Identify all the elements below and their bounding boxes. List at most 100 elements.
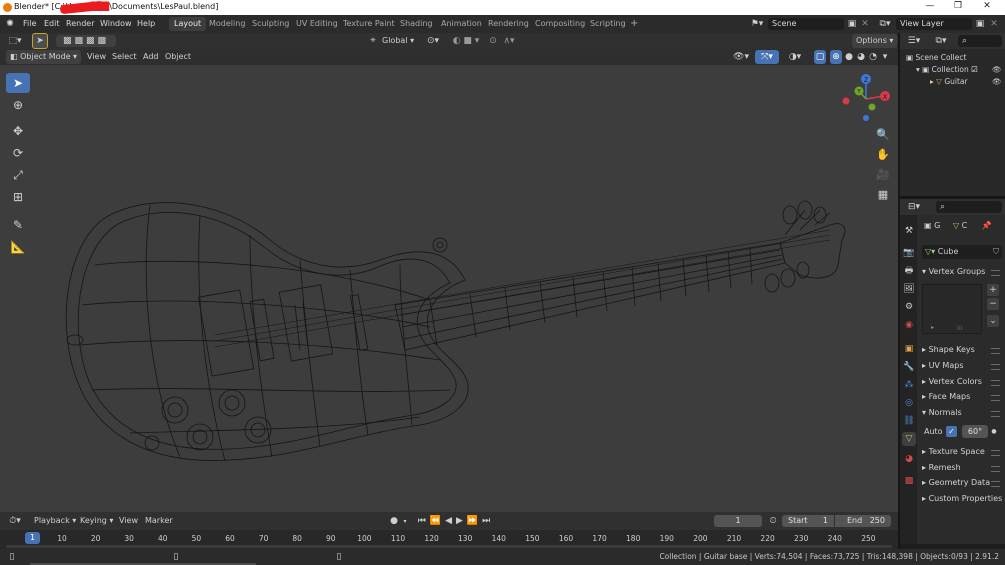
modifier-tab-icon[interactable]: 🔧: [902, 360, 916, 374]
timeline-menu-view[interactable]: View: [115, 514, 142, 528]
vertex-group-menu-button[interactable]: ⌄: [987, 315, 999, 327]
timeline-menu-keying[interactable]: Keying ▾: [76, 514, 117, 528]
section-vertex-groups[interactable]: ▾ Vertex Groups: [922, 267, 985, 276]
gizmo-toggle-icon[interactable]: ⤧▾: [755, 50, 779, 64]
drag-handle-icon[interactable]: [991, 450, 1000, 456]
properties-search-input[interactable]: ⌕: [936, 201, 1002, 213]
tab-sculpting[interactable]: Sculpting: [247, 17, 294, 31]
material-tab-icon[interactable]: ◕: [902, 452, 916, 466]
list-expand-icon[interactable]: ▸: [931, 324, 934, 331]
viewport-menu-select[interactable]: Select: [108, 50, 141, 64]
scene-tab-icon[interactable]: ⚙: [902, 300, 916, 314]
editor-type-icon[interactable]: ⬚▾: [6, 35, 24, 47]
start-frame-field[interactable]: Start 1: [782, 515, 834, 527]
particles-tab-icon[interactable]: ⁂: [902, 378, 916, 392]
xray-toggle-icon[interactable]: ▢: [814, 50, 826, 64]
menu-file[interactable]: File: [23, 19, 36, 28]
outliner-scene-collection[interactable]: ▣ Scene Collect: [906, 53, 966, 62]
tab-scripting[interactable]: Scripting: [585, 17, 631, 31]
tab-texture-paint[interactable]: Texture Paint: [338, 17, 400, 31]
viewport-menu-view[interactable]: View: [83, 50, 110, 64]
tab-modeling[interactable]: Modeling: [204, 17, 250, 31]
current-frame-marker[interactable]: 1: [25, 532, 40, 544]
world-tab-icon[interactable]: ◉: [902, 318, 916, 332]
outliner-search-input[interactable]: ⌕: [958, 35, 1002, 47]
pan-hand-icon[interactable]: ✋: [874, 145, 892, 163]
tab-rendering[interactable]: Rendering: [483, 17, 534, 31]
tab-shading[interactable]: Shading: [395, 17, 438, 31]
view-layer-field[interactable]: View Layer: [896, 18, 972, 30]
visibility-icon[interactable]: 👁▾: [732, 51, 750, 63]
material-shading-icon[interactable]: ◕: [855, 51, 867, 63]
physics-tab-icon[interactable]: ◎: [902, 396, 916, 410]
transform-orientation-dropdown[interactable]: Global ▾: [378, 34, 418, 48]
vertex-groups-list[interactable]: ▸ ⁞⁞⁞: [922, 284, 982, 334]
remove-vertex-group-button[interactable]: −: [987, 298, 999, 310]
drag-handle-icon[interactable]: [991, 395, 1000, 401]
guitar-visibility-icon[interactable]: 👁: [992, 77, 1002, 86]
timeline-editor-icon[interactable]: ⏱▾: [6, 515, 24, 527]
auto-smooth-checkbox[interactable]: ✓: [946, 426, 957, 437]
delete-view-layer-icon[interactable]: ✕: [989, 18, 999, 30]
scene-name-field[interactable]: Scene: [768, 18, 844, 30]
scene-icon[interactable]: ⚑▾: [748, 18, 766, 30]
tab-layout[interactable]: Layout: [169, 17, 207, 31]
playback-controls[interactable]: ⏮⏪◀▶⏩⏭: [418, 515, 494, 527]
rendered-shading-icon[interactable]: ◔: [867, 51, 879, 63]
menu-render[interactable]: Render: [66, 19, 94, 28]
section-custom-properties[interactable]: ▸ Custom Properties: [922, 494, 1002, 503]
current-frame-field[interactable]: 1: [714, 515, 762, 527]
view-layer-icon[interactable]: ⧉▾: [876, 18, 894, 30]
section-texture-space[interactable]: ▸ Texture Space: [922, 447, 985, 456]
pivot-point-icon[interactable]: ⊙▾: [424, 35, 442, 47]
properties-editor-icon[interactable]: ⊟▾: [906, 201, 922, 213]
tab-uv-editing[interactable]: UV Editing: [291, 17, 343, 31]
options-dropdown[interactable]: Options ▾: [852, 34, 898, 48]
drag-handle-icon[interactable]: [991, 348, 1000, 354]
minimize-button[interactable]: —: [920, 1, 940, 11]
end-frame-field[interactable]: End 250: [835, 515, 891, 527]
output-tab-icon[interactable]: 🖶: [902, 264, 916, 278]
maximize-button[interactable]: ❐: [948, 1, 968, 11]
selection-mode-buttons[interactable]: ▩▩▩▩: [56, 35, 116, 47]
select-tool-icon[interactable]: ➤: [32, 33, 48, 49]
navigation-gizmo[interactable]: Z X Y: [838, 73, 898, 129]
add-workspace-button[interactable]: +: [625, 17, 643, 31]
solid-shading-icon[interactable]: ●: [843, 51, 855, 63]
timeline-menu-marker[interactable]: Marker: [141, 514, 177, 528]
render-tab-icon[interactable]: 📷: [902, 246, 916, 260]
list-resize-icon[interactable]: ⁞⁞⁞: [957, 325, 963, 332]
proportional-edit-icon[interactable]: ⊙: [487, 35, 499, 47]
object-tab-icon[interactable]: ▣: [902, 342, 916, 356]
new-scene-icon[interactable]: ▣: [846, 18, 858, 30]
record-icon[interactable]: ●: [388, 515, 400, 527]
display-mode-icon[interactable]: ⧉▾: [933, 35, 949, 47]
fake-user-icon[interactable]: ⛉: [993, 245, 999, 259]
wireframe-shading-icon[interactable]: ⊕: [830, 50, 842, 64]
guitar-wireframe[interactable]: [0, 65, 898, 512]
menu-window[interactable]: Window: [100, 19, 132, 28]
timeline-body[interactable]: 1 10 20 30 40 50 60 70 80 90 100 110 120 130 140 150 16…: [0, 530, 898, 549]
drag-handle-icon[interactable]: [991, 481, 1000, 487]
menu-edit[interactable]: Edit: [44, 19, 60, 28]
shading-options-icon[interactable]: ▾: [880, 51, 890, 63]
section-shape-keys[interactable]: ▸ Shape Keys: [922, 345, 975, 354]
snap-icon[interactable]: ◐ ■ ▾: [446, 35, 486, 47]
drag-handle-icon[interactable]: [991, 364, 1000, 370]
drag-handle-icon[interactable]: [991, 466, 1000, 472]
section-geometry-data[interactable]: ▸ Geometry Data: [922, 478, 990, 487]
timeline-menu-playback[interactable]: Playback ▾: [30, 514, 80, 528]
drag-handle-icon[interactable]: [991, 411, 1000, 417]
mesh-data-tab-icon[interactable]: ▽: [902, 432, 916, 446]
blender-menu-icon[interactable]: ✺: [3, 18, 17, 30]
auto-smooth-angle-field[interactable]: 60°: [962, 425, 988, 438]
timeline-scrollbar[interactable]: [6, 545, 892, 548]
preview-range-icon[interactable]: ⏲: [767, 515, 779, 527]
3d-viewport[interactable]: ➤ ⊕ ✥ ⟳ ⤢ ⊞ ✎ 📐 Z X Y 🔍 ✋ 🎥 ▦: [0, 65, 898, 512]
pin-icon[interactable]: 📌: [982, 221, 992, 230]
outliner-collection[interactable]: ▾ ▣ Collection ☑: [916, 65, 978, 74]
new-view-layer-icon[interactable]: ▣: [974, 18, 986, 30]
camera-view-icon[interactable]: 🎥: [874, 165, 892, 183]
constraints-tab-icon[interactable]: ⛓: [902, 414, 916, 428]
drag-handle-icon[interactable]: [991, 270, 1000, 276]
